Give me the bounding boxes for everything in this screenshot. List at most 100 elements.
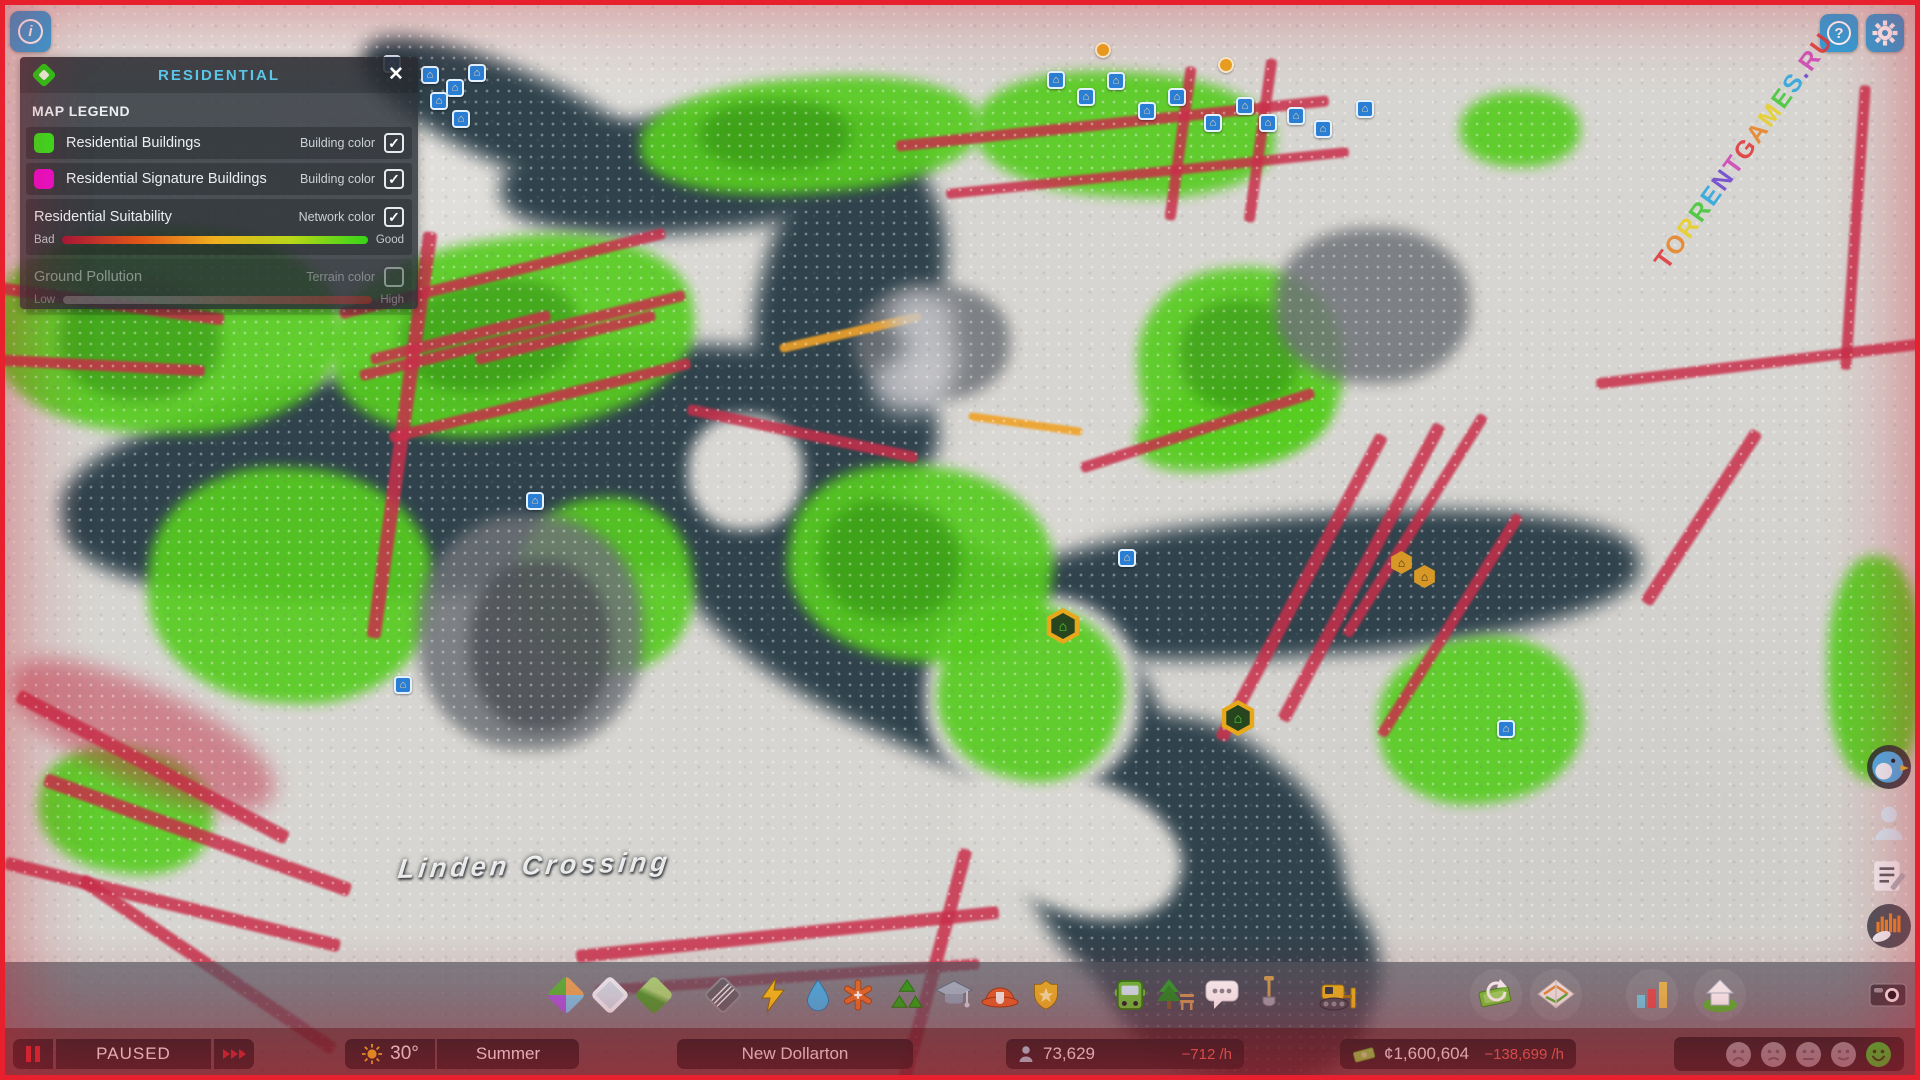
toolbar-garbage[interactable] [883,962,931,1028]
face-neutral [1796,1041,1821,1067]
residential-building-marker[interactable]: ⌂ [430,92,448,110]
suitability-right-label: Network color [298,210,375,224]
magenta-swatch [34,169,54,189]
status-bar [0,1028,1920,1080]
map-legend-heading: MAP LEGEND [32,103,131,119]
residential-building-marker[interactable]: ⌂ [1236,97,1254,115]
residential-building-marker[interactable]: ⌂ [1259,114,1277,132]
close-icon[interactable]: ✕ [384,63,408,87]
toolbar-bulldozer[interactable] [1314,962,1362,1028]
legend-row-right-label: Building color [299,136,375,150]
bus-icon [1114,979,1146,1011]
toolbar-zoning[interactable] [542,962,590,1028]
toolbar-healthcare[interactable] [834,962,882,1028]
toolbar-transportation[interactable] [1106,962,1154,1028]
camera-icon [1869,983,1907,1007]
toolbar-economy[interactable] [1470,969,1522,1021]
panel-header: RESIDENTIAL ✕ [20,57,418,93]
residential-building-marker[interactable]: ⌂ [1047,71,1065,89]
money-bill-icon [1352,1046,1376,1063]
settings-button[interactable] [1866,14,1904,52]
checkbox-building-color[interactable]: ✓ [384,133,404,153]
zoning-icon [546,975,586,1015]
pause-button[interactable] [13,1039,53,1069]
water-drop-icon [807,979,829,1012]
population-display[interactable]: 73,629 −712 /h [1006,1039,1244,1069]
toolbar-education[interactable] [930,962,978,1028]
gear-icon [1872,20,1898,46]
toolbar-statistics[interactable] [1626,969,1678,1021]
chart-circle-icon [1867,904,1911,948]
toolbar-landscaping[interactable] [630,962,678,1028]
lifepath-button[interactable] [1866,903,1912,949]
toolbar-electricity[interactable] [749,962,797,1028]
toolbar-parks[interactable] [1152,962,1200,1028]
residential-building-marker[interactable]: ⌂ [1077,88,1095,106]
pollution-label: Ground Pollution [34,269,143,285]
population-person-icon [1019,1046,1033,1062]
citizens-button[interactable] [1866,800,1912,846]
residential-building-marker[interactable]: ⌂ [1314,120,1332,138]
toolbar-roads[interactable] [699,962,747,1028]
face-content [1831,1041,1856,1067]
bulldozer-icon [1319,984,1356,1011]
residential-building-marker[interactable]: ⌂ [421,66,439,84]
residential-building-marker[interactable]: ⌂ [1287,107,1305,125]
money-display[interactable]: ¢1,600,604 −138,699 /h [1340,1039,1576,1069]
chirper-bird-icon [1867,745,1911,789]
season-display[interactable]: Summer [437,1039,579,1069]
residential-building-marker[interactable]: ⌂ [1204,114,1222,132]
checkbox-signature-color[interactable]: ✓ [384,169,404,189]
temperature-display[interactable]: 30° [345,1039,435,1069]
toolbar-fire[interactable] [976,962,1024,1028]
chirper-button[interactable] [1866,744,1912,790]
residential-building-marker[interactable]: ⌂ [526,492,544,510]
pollution-gradient-bar [63,296,373,304]
game-screen: ⌂⌂⌂⌂⌂⌂⌂⌂⌂⌂⌂⌂⌂⌂⌂⌂⌂⌂⌂⌂⌂⌂⌂⌂⌂ Linden Crossin… [0,0,1920,1080]
toolbar-communications[interactable] [1198,962,1246,1028]
green-swatch [34,133,54,153]
residential-building-marker[interactable]: ⌂ [1118,549,1136,567]
toolbar-city-info[interactable] [1694,969,1746,1021]
city-name: New Dollarton [741,1044,849,1063]
residential-building-marker[interactable]: ⌂ [1168,88,1186,106]
alert-marker[interactable] [1095,42,1111,58]
speed-button[interactable] [214,1039,254,1069]
shovel-icon [1262,976,1276,1007]
residential-building-marker[interactable]: ⌂ [1107,72,1125,90]
toolbar-terraforming[interactable] [1245,962,1293,1028]
residential-building-marker[interactable]: ⌂ [394,676,412,694]
legend-row-residential-buildings: Residential Buildings Building color ✓ [26,127,412,159]
residential-building-marker[interactable]: ⌂ [468,64,486,82]
journal-button[interactable] [1866,853,1912,899]
residential-building-marker[interactable]: ⌂ [1497,720,1515,738]
fire-helmet-icon [981,987,1019,1008]
season-value: Summer [475,1044,541,1063]
happiness-display[interactable] [1674,1037,1904,1071]
city-name-display[interactable]: New Dollarton [677,1039,913,1069]
suitability-label: Residential Suitability [34,209,172,225]
checkbox-terrain-color[interactable] [384,267,404,287]
gradient-max-label: Good [375,234,404,246]
bar-chart-icon [1637,982,1667,1008]
pollution-right-label: Terrain color [306,270,375,284]
toolbar-photo-mode[interactable] [1864,962,1912,1028]
residential-building-marker[interactable]: ⌂ [446,79,464,97]
main-toolbar: 137 MEGALOPOLIS [0,962,1920,1028]
residential-building-marker[interactable]: ⌂ [452,110,470,128]
park-tree-bench-icon [1157,979,1194,1010]
population-rate: −712 /h [1181,1045,1232,1063]
face-sad [1761,1041,1786,1067]
landscaping-icon [634,975,674,1015]
lightning-icon [761,977,786,1013]
temperature-value: 30° [390,1043,419,1064]
residential-building-marker[interactable]: ⌂ [1356,100,1374,118]
toolbar-map-views[interactable] [1530,969,1582,1021]
panel-title: RESIDENTIAL [157,66,280,84]
checkbox-network-color[interactable]: ✓ [384,207,404,227]
toolbar-police[interactable] [1022,962,1070,1028]
residential-building-marker[interactable]: ⌂ [1138,102,1156,120]
info-button[interactable]: i [10,11,51,52]
alert-marker[interactable] [1218,57,1234,73]
toolbar-areas[interactable] [586,962,634,1028]
